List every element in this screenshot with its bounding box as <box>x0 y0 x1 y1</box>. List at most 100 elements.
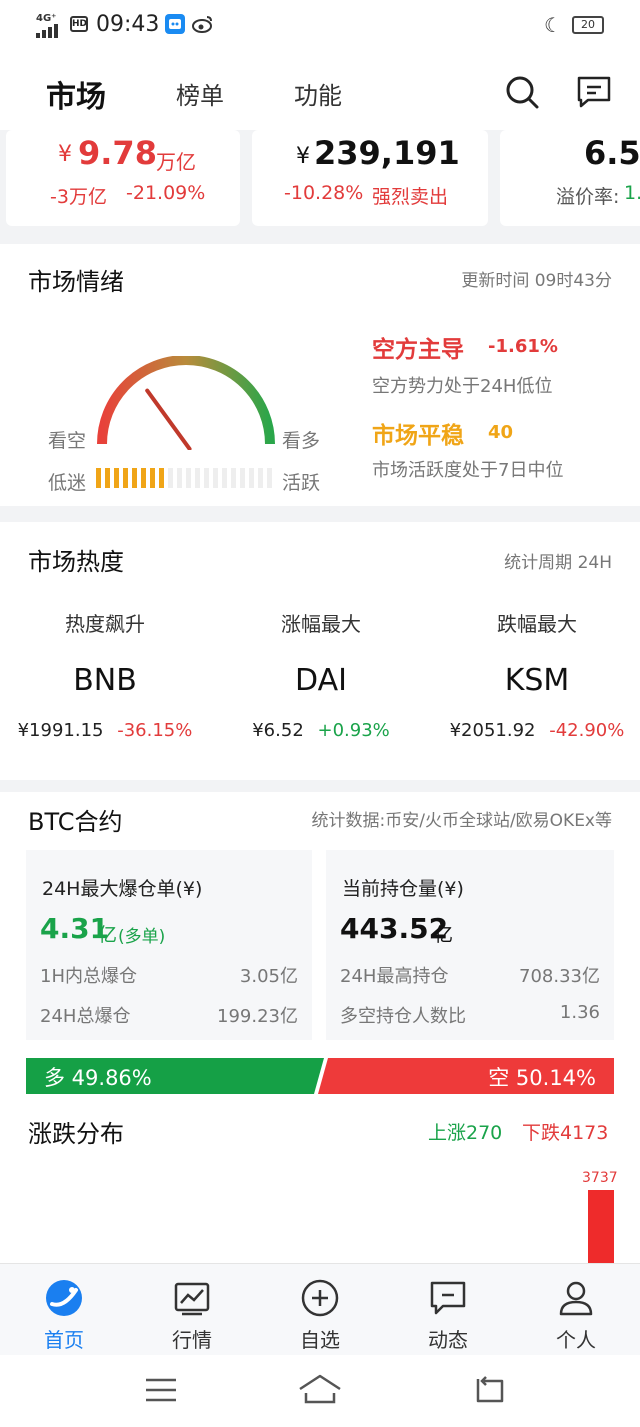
heat-label: 热度飙升 <box>65 612 145 636</box>
summary-card-marketcap[interactable]: ¥ 9.78 万亿 -3万亿 -21.09% <box>6 130 240 226</box>
premium-price: 6.5 <box>584 134 640 172</box>
activity-segment <box>132 468 137 488</box>
coin-change: -36.15% <box>117 720 193 741</box>
heat-label: 涨幅最大 <box>281 612 361 636</box>
distribution-down: 下跌4173 <box>522 1122 609 1144</box>
message-icon <box>430 1281 466 1315</box>
btc-price: 239,191 <box>314 134 460 172</box>
activity-segment <box>195 468 200 488</box>
activity-segment <box>123 468 128 488</box>
activity-segment <box>213 468 218 488</box>
activity-segment <box>168 468 173 488</box>
coin-price: ¥2051.92 <box>449 720 536 741</box>
activity-segment <box>231 468 236 488</box>
activity-high-label: 活跃 <box>282 472 321 494</box>
bottom-nav: 首页 行情 自选 动态 个人 <box>0 1263 640 1355</box>
heat-period: 统计周期 24H <box>504 553 612 573</box>
activity-low-label: 低迷 <box>48 472 87 494</box>
activity-value: 40 <box>488 422 514 443</box>
section-title: BTC合约 <box>28 808 123 836</box>
coin-change: -42.90% <box>549 720 625 741</box>
liquidation-card[interactable]: 24H最大爆仓单(¥) 4.31 亿 (多单) 1H内总爆仓 3.05亿 24H… <box>26 850 312 1040</box>
coin-symbol: DAI <box>295 663 347 698</box>
open-interest-value: 443.52 <box>340 912 449 945</box>
nav-label: 自选 <box>300 1328 340 1352</box>
activity-segment <box>249 468 254 488</box>
open-interest-card[interactable]: 当前持仓量(¥) 443.52 亿 24H最高持仓 708.33亿 多空持仓人数… <box>326 850 614 1040</box>
activity-segment <box>141 468 146 488</box>
stat-value: 199.23亿 <box>217 1006 298 1027</box>
activity-segment <box>267 468 272 488</box>
marketcap-change: -3万亿 <box>50 186 107 208</box>
card-title: 24H最大爆仓单(¥) <box>42 878 203 900</box>
summary-strip: ¥ 9.78 万亿 -3万亿 -21.09% ¥ 239,191 -10.28%… <box>0 130 640 238</box>
sentiment-gauge <box>97 356 275 450</box>
chart-icon <box>174 1282 210 1316</box>
activity-bar <box>96 468 276 488</box>
home-button-icon[interactable] <box>298 1373 342 1405</box>
heat-panel: 市场热度 统计周期 24H 热度飙升 BNB ¥1991.15 -36.15% … <box>0 522 640 780</box>
tab-functions[interactable]: 功能 <box>294 76 342 111</box>
activity-segment <box>204 468 209 488</box>
system-nav-bar <box>0 1355 640 1427</box>
activity-segment <box>114 468 119 488</box>
heat-column[interactable]: 热度飙升 BNB ¥1991.15 -36.15% <box>0 608 210 741</box>
message-icon[interactable] <box>576 74 612 110</box>
stat-label: 多空持仓人数比 <box>340 1006 466 1027</box>
signal-icon: 4G⁺ <box>36 14 66 40</box>
heat-column[interactable]: 涨幅最大 DAI ¥6.52 +0.93% <box>216 608 426 741</box>
user-icon <box>559 1281 593 1316</box>
update-time: 更新时间 09时43分 <box>461 271 612 291</box>
long-label: 多 49.86% <box>44 1066 152 1090</box>
btc-signal: 强烈卖出 <box>372 186 449 208</box>
section-title: 市场热度 <box>28 548 124 576</box>
nav-profile[interactable]: 个人 <box>512 1264 640 1356</box>
activity-desc: 市场活跃度处于7日中位 <box>372 460 564 481</box>
nav-label: 个人 <box>556 1328 596 1352</box>
nav-watchlist[interactable]: 自选 <box>256 1264 384 1356</box>
status-time: 09:43 <box>96 12 160 37</box>
nav-feed[interactable]: 动态 <box>384 1264 512 1356</box>
btc-pct: -10.28% <box>284 182 364 204</box>
coin-change: +0.93% <box>317 720 390 741</box>
section-title: 市场情绪 <box>28 268 124 296</box>
activity-segment <box>105 468 110 488</box>
sentiment-panel: 市场情绪 更新时间 09时43分 看空 看多 低迷 活跃 空方主导 -1.61%… <box>0 244 640 506</box>
heat-column[interactable]: 跌幅最大 KSM ¥2051.92 -42.90% <box>432 608 640 741</box>
nav-label: 动态 <box>428 1328 468 1352</box>
nav-home[interactable]: 首页 <box>0 1264 128 1356</box>
home-icon <box>46 1280 82 1316</box>
tab-rankings[interactable]: 榜单 <box>176 76 224 111</box>
distribution-bar-label: 3737 <box>582 1170 618 1186</box>
hd-icon: HD <box>70 16 88 32</box>
summary-card-btc[interactable]: ¥ 239,191 -10.28% 强烈卖出 <box>252 130 488 226</box>
coin-price: ¥1991.15 <box>17 720 104 741</box>
bear-desc: 空方势力处于24H低位 <box>372 376 553 397</box>
status-bar: 4G⁺ HD 09:43 ☾ 20 <box>0 0 640 52</box>
premium-value: 1. <box>624 182 640 204</box>
coin-symbol: KSM <box>504 663 570 698</box>
marketcap-pct: -21.09% <box>126 182 206 204</box>
plus-circle-icon <box>301 1279 339 1317</box>
bear-value: -1.61% <box>488 336 558 357</box>
stat-value: 3.05亿 <box>239 966 298 987</box>
moon-icon: ☾ <box>544 13 562 37</box>
back-icon[interactable] <box>472 1375 506 1405</box>
activity-segment <box>186 468 191 488</box>
liquidation-unit: 亿 <box>98 924 118 946</box>
distribution-up: 上涨270 <box>428 1122 503 1144</box>
nav-market[interactable]: 行情 <box>128 1264 256 1356</box>
app-root: 4G⁺ HD 09:43 ☾ 20 市场 榜单 功能 ¥ 9.78 万亿 -3万… <box>0 0 640 1427</box>
currency-symbol: ¥ <box>296 144 310 169</box>
nav-label: 首页 <box>44 1328 84 1352</box>
heat-label: 跌幅最大 <box>497 612 577 636</box>
stat-value: 708.33亿 <box>519 966 600 987</box>
menu-icon[interactable] <box>144 1377 178 1403</box>
currency-symbol: ¥ <box>58 142 72 167</box>
summary-card-premium[interactable]: 6.5 溢价率: 1. <box>500 130 640 226</box>
search-icon[interactable] <box>504 74 540 110</box>
activity-title: 市场平稳 <box>372 423 464 449</box>
tab-market[interactable]: 市场 <box>46 72 106 116</box>
gauge-right-label: 看多 <box>282 430 321 452</box>
stat-value: 1.36 <box>559 1002 600 1023</box>
